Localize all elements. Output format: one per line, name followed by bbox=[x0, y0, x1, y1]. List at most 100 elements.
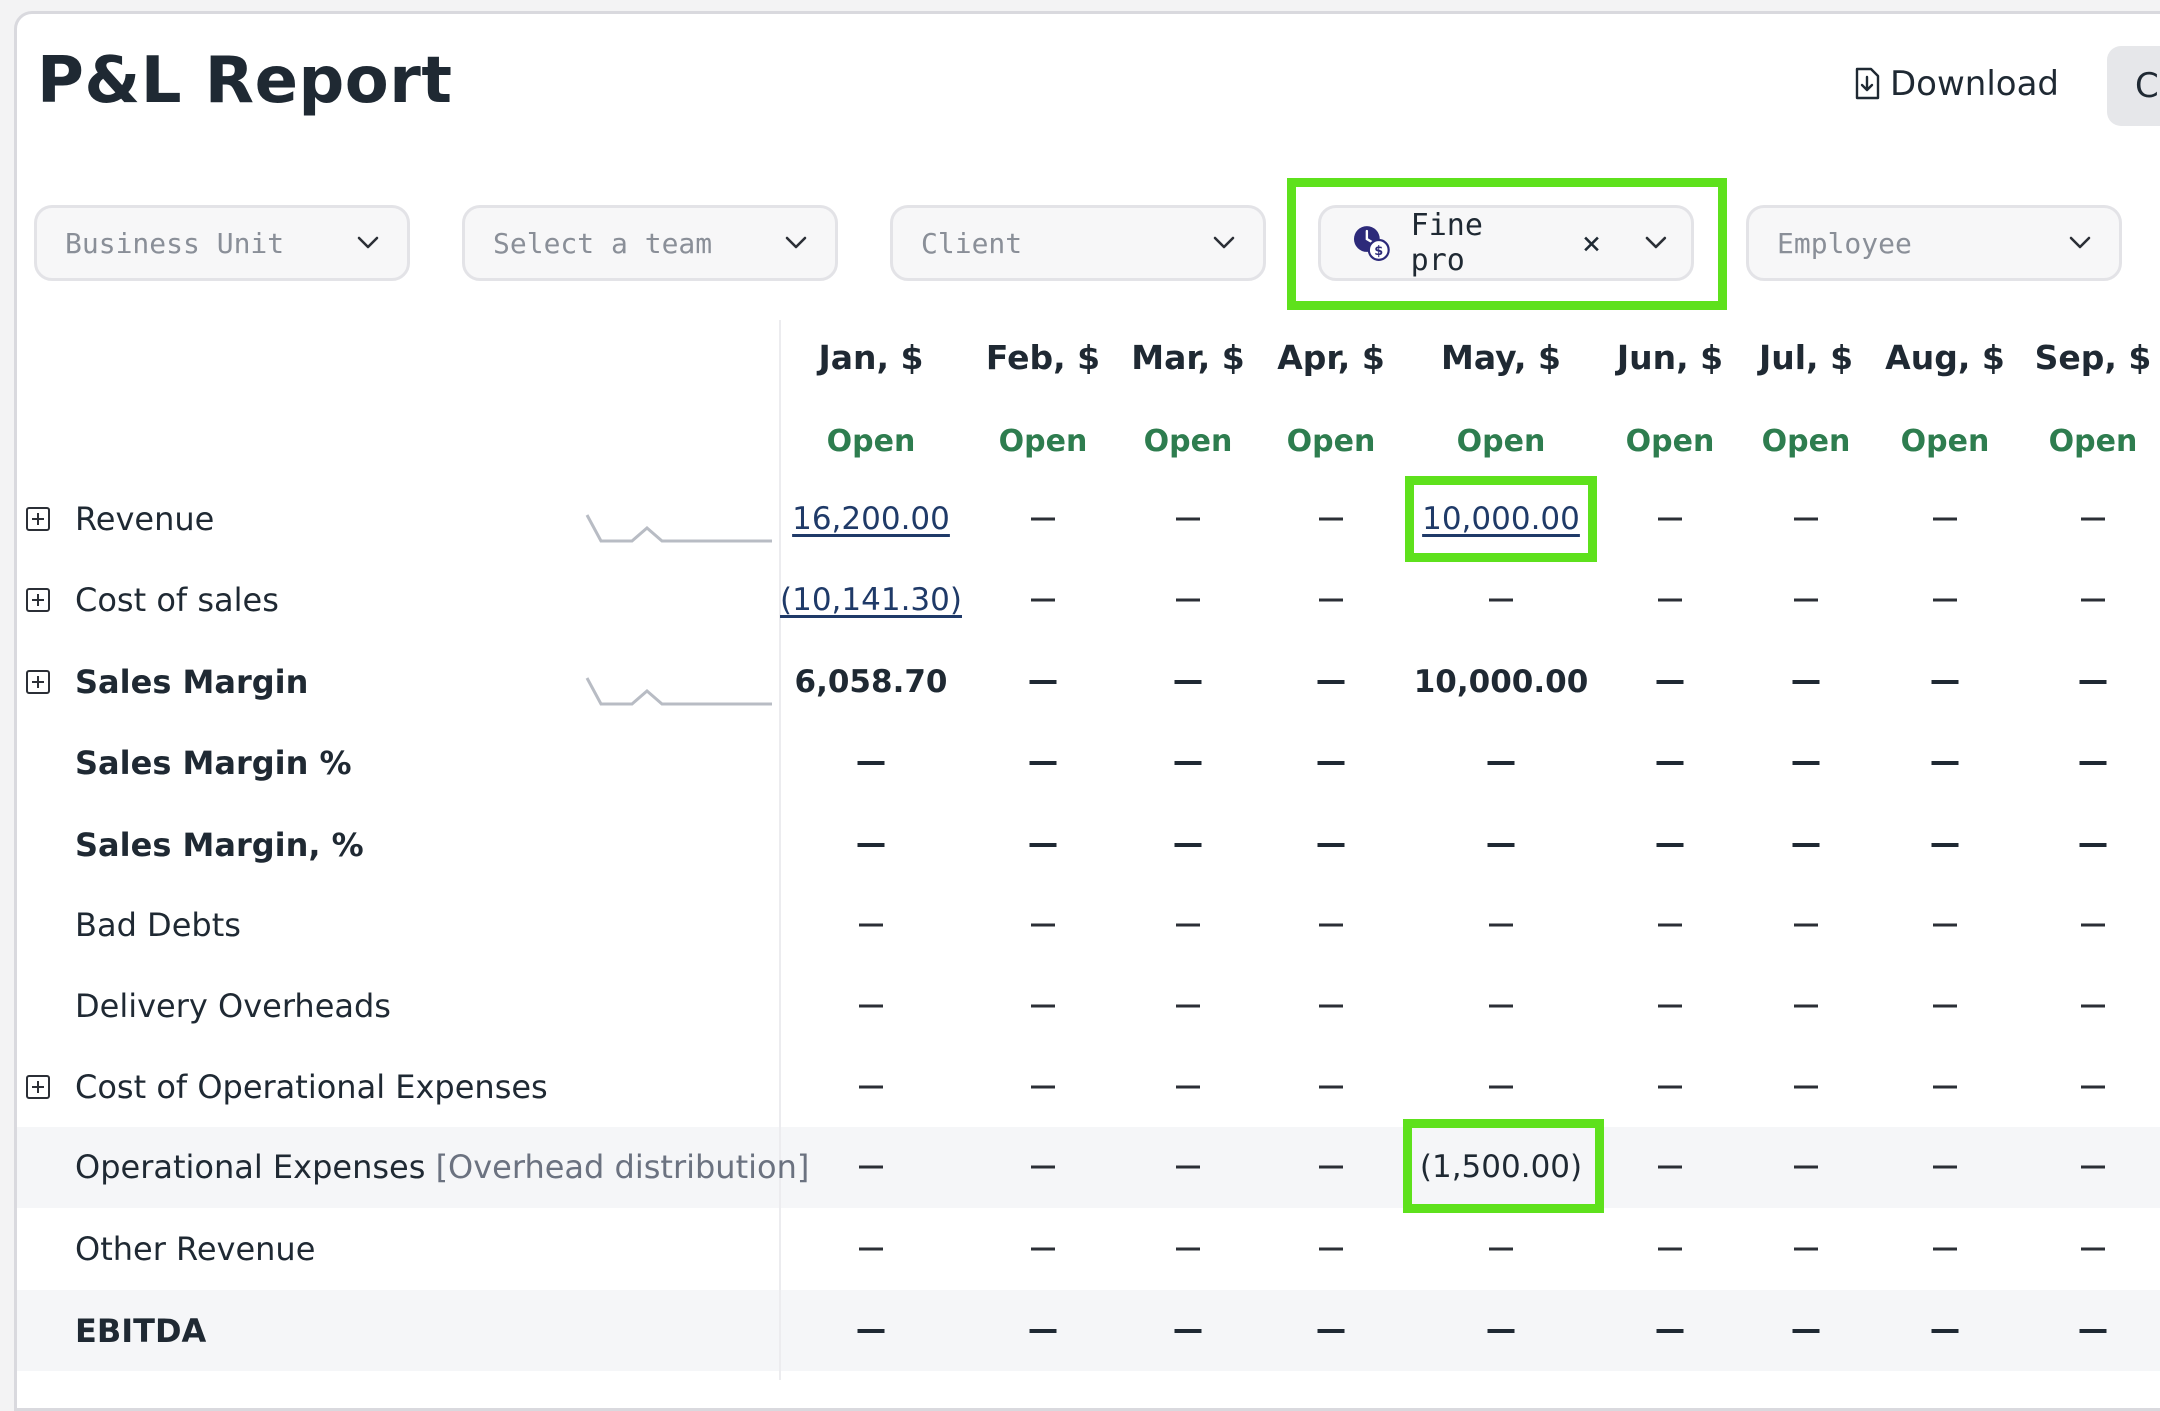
empty-cell-dash bbox=[1489, 598, 1513, 602]
empty-cell-dash bbox=[1794, 1085, 1818, 1089]
project-select[interactable]: $ Fine pro × bbox=[1318, 205, 1694, 281]
row-label: Bad Debts bbox=[75, 906, 241, 944]
row-label-text: Delivery Overheads bbox=[75, 987, 391, 1025]
empty-cell-dash bbox=[1794, 517, 1818, 521]
empty-cell-dash bbox=[1658, 598, 1682, 602]
row-label: Sales Margin bbox=[75, 663, 308, 701]
row-label: Revenue bbox=[75, 500, 214, 538]
period-status[interactable]: Open bbox=[1626, 424, 1715, 459]
column-header: Jan, $ bbox=[818, 338, 924, 377]
column-header: Apr, $ bbox=[1277, 338, 1385, 377]
empty-cell-dash bbox=[859, 1165, 883, 1169]
empty-cell-dash bbox=[1931, 761, 1959, 765]
period-status[interactable]: Open bbox=[2049, 424, 2138, 459]
expand-icon[interactable] bbox=[26, 588, 50, 612]
empty-cell-dash bbox=[1317, 680, 1345, 684]
empty-cell-dash bbox=[1656, 843, 1684, 847]
column-divider bbox=[779, 320, 781, 1380]
team-select[interactable]: Select a team bbox=[462, 205, 838, 281]
empty-cell-dash bbox=[1933, 923, 1957, 927]
empty-cell-dash bbox=[1933, 1247, 1957, 1251]
sparkline-icon bbox=[585, 677, 772, 706]
empty-cell-dash bbox=[2081, 923, 2105, 927]
empty-cell-dash bbox=[859, 1247, 883, 1251]
empty-cell-dash bbox=[1487, 1329, 1515, 1333]
value-link[interactable]: 10,000.00 bbox=[1422, 501, 1580, 537]
empty-cell-dash bbox=[1174, 1329, 1202, 1333]
period-status[interactable]: Open bbox=[1762, 424, 1851, 459]
column-header: Aug, $ bbox=[1885, 338, 2005, 377]
column-header: May, $ bbox=[1440, 338, 1562, 377]
empty-cell-dash bbox=[1031, 1085, 1055, 1089]
empty-cell-dash bbox=[1658, 1004, 1682, 1008]
expand-icon[interactable] bbox=[26, 507, 50, 531]
close-button[interactable]: Cl bbox=[2107, 46, 2160, 126]
row-label-text: EBITDA bbox=[75, 1312, 207, 1350]
empty-cell-dash bbox=[859, 923, 883, 927]
empty-cell-dash bbox=[1174, 680, 1202, 684]
download-icon bbox=[1855, 67, 1880, 100]
row-label: Sales Margin % bbox=[75, 744, 352, 782]
empty-cell-dash bbox=[2079, 680, 2107, 684]
employee-placeholder: Employee bbox=[1777, 226, 1912, 260]
column-header: Jun, $ bbox=[1616, 338, 1724, 377]
empty-cell-dash bbox=[1031, 923, 1055, 927]
project-value: Fine pro bbox=[1410, 208, 1483, 278]
period-status[interactable]: Open bbox=[827, 424, 916, 459]
empty-cell-dash bbox=[1319, 923, 1343, 927]
empty-cell-dash bbox=[1176, 1085, 1200, 1089]
empty-cell-dash bbox=[1489, 1247, 1513, 1251]
empty-cell-dash bbox=[2081, 1247, 2105, 1251]
empty-cell-dash bbox=[1029, 680, 1057, 684]
period-status[interactable]: Open bbox=[1287, 424, 1376, 459]
team-placeholder: Select a team bbox=[493, 226, 713, 260]
empty-cell-dash bbox=[1489, 923, 1513, 927]
expand-icon[interactable] bbox=[26, 670, 50, 694]
row-label-text: Revenue bbox=[75, 500, 215, 538]
empty-cell-dash bbox=[1794, 1165, 1818, 1169]
download-button[interactable]: Download bbox=[1852, 64, 2059, 104]
value-link[interactable]: 16,200.00 bbox=[792, 501, 950, 537]
period-status[interactable]: Open bbox=[1901, 424, 1990, 459]
empty-cell-dash bbox=[1176, 598, 1200, 602]
row-label-text: Other Revenue bbox=[75, 1230, 316, 1268]
empty-cell-dash bbox=[1319, 1085, 1343, 1089]
empty-cell-dash bbox=[1933, 1165, 1957, 1169]
empty-cell-dash bbox=[1174, 761, 1202, 765]
empty-cell-dash bbox=[1933, 1085, 1957, 1089]
empty-cell-dash bbox=[1792, 680, 1820, 684]
row-label: Operational Expenses [Overhead distribut… bbox=[75, 1148, 809, 1186]
empty-cell-dash bbox=[1319, 598, 1343, 602]
empty-cell-dash bbox=[1176, 1247, 1200, 1251]
row-label-text: Sales Margin, % bbox=[75, 826, 364, 864]
empty-cell-dash bbox=[1031, 1004, 1055, 1008]
empty-cell-dash bbox=[1029, 843, 1057, 847]
empty-cell-dash bbox=[2081, 1165, 2105, 1169]
business-unit-select[interactable]: Business Unit bbox=[34, 205, 410, 281]
empty-cell-dash bbox=[1031, 598, 1055, 602]
client-placeholder: Client bbox=[921, 226, 1023, 260]
value-cell: 6,058.70 bbox=[794, 664, 948, 700]
row-label: Cost of Operational Expenses bbox=[75, 1068, 548, 1106]
empty-cell-dash bbox=[1317, 761, 1345, 765]
row-label: Cost of sales bbox=[75, 581, 279, 619]
row-label-text: Sales Margin bbox=[75, 663, 309, 701]
period-status[interactable]: Open bbox=[1457, 424, 1546, 459]
empty-cell-dash bbox=[1794, 1247, 1818, 1251]
close-label: Cl bbox=[2135, 66, 2160, 106]
page-title: P&L Report bbox=[37, 44, 453, 118]
row-label: Sales Margin, % bbox=[75, 826, 364, 864]
empty-cell-dash bbox=[1174, 843, 1202, 847]
empty-cell-dash bbox=[1658, 923, 1682, 927]
empty-cell-dash bbox=[1031, 1247, 1055, 1251]
period-status[interactable]: Open bbox=[999, 424, 1088, 459]
clear-icon[interactable]: × bbox=[1582, 224, 1601, 262]
period-status[interactable]: Open bbox=[1144, 424, 1233, 459]
employee-select[interactable]: Employee bbox=[1746, 205, 2122, 281]
value-link[interactable]: (10,141.30) bbox=[780, 582, 962, 618]
expand-icon[interactable] bbox=[26, 1075, 50, 1099]
chevron-down-icon bbox=[1645, 236, 1667, 249]
row-label-text: Sales Margin % bbox=[75, 744, 352, 782]
client-select[interactable]: Client bbox=[890, 205, 1266, 281]
empty-cell-dash bbox=[1317, 843, 1345, 847]
